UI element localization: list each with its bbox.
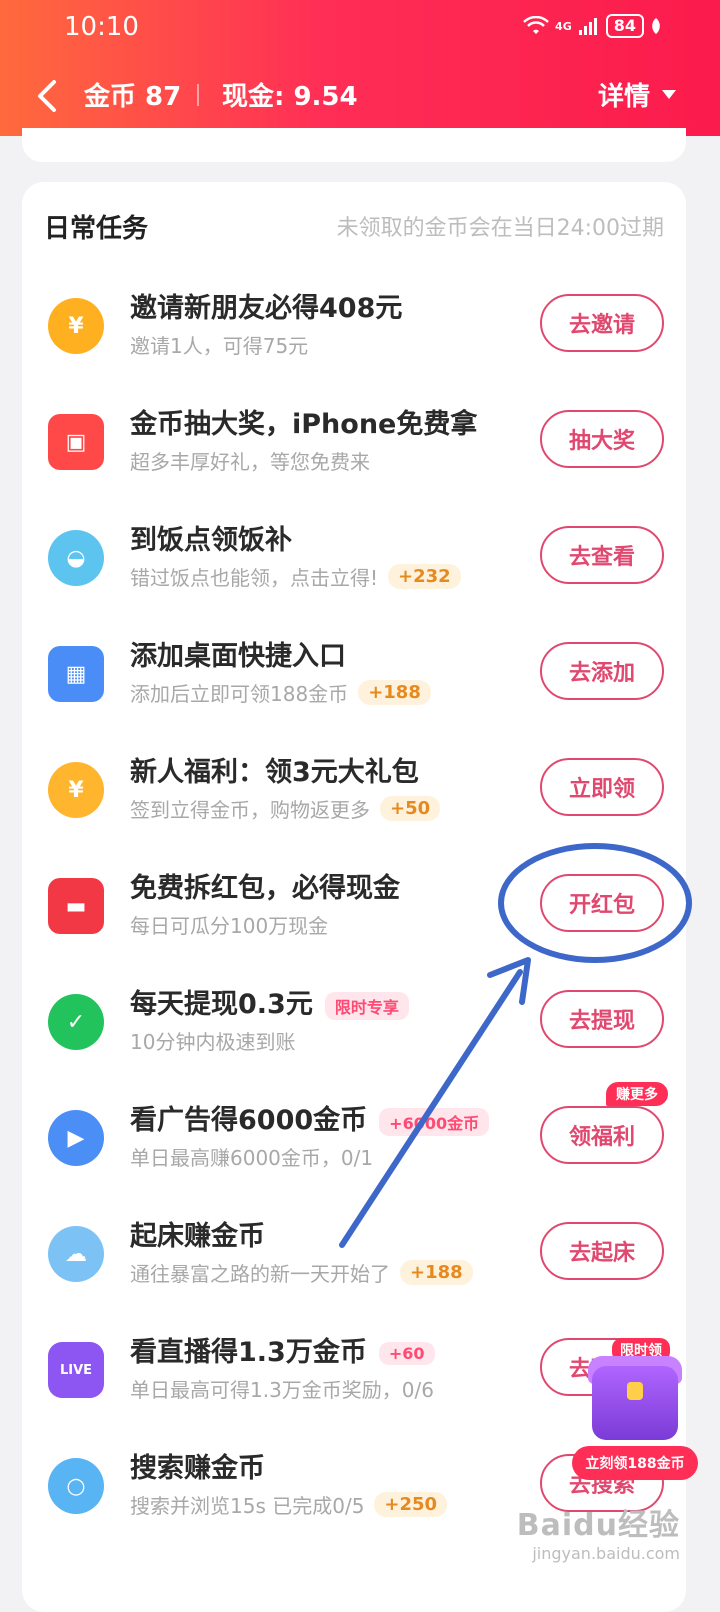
chest-lock-icon xyxy=(627,1382,643,1400)
chest-bottom-tag: 立刻领188金币 xyxy=(572,1446,698,1480)
floating-treasure-chest[interactable]: 限时领 立刻领188金币 xyxy=(572,1338,702,1488)
watermark: Baidu经验 jingyan.baidu.com xyxy=(517,1500,680,1563)
watermark-main: Baidu经验 xyxy=(516,1508,680,1543)
watermark-sub: jingyan.baidu.com xyxy=(532,1544,680,1563)
chest-box xyxy=(592,1366,678,1440)
